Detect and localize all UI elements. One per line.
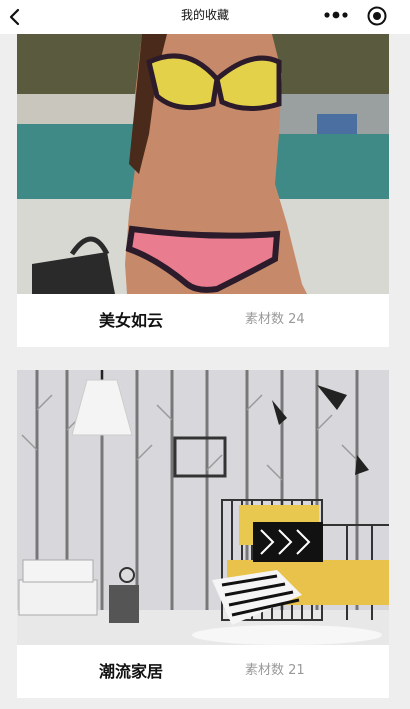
material-count-label: 素材数 <box>245 663 285 678</box>
card-footer: 美女如云 素材数 24 <box>17 294 389 347</box>
collection-cover-image <box>17 370 389 645</box>
collection-card[interactable]: 潮流家居 素材数 21 <box>17 370 389 698</box>
material-count: 素材数 21 <box>245 659 305 678</box>
card-footer: 潮流家居 素材数 21 <box>17 645 389 698</box>
close-miniprogram-button[interactable] <box>365 4 389 28</box>
collection-cover-image <box>17 34 389 294</box>
more-button[interactable] <box>322 6 350 24</box>
collection-title: 潮流家居 <box>99 662 164 681</box>
material-count-label: 素材数 <box>245 312 285 327</box>
more-dots-icon <box>324 11 348 19</box>
material-count-value: 21 <box>288 663 305 678</box>
material-count: 素材数 24 <box>245 308 305 327</box>
material-count-value: 24 <box>288 312 305 327</box>
collection-title: 美女如云 <box>99 311 164 330</box>
top-navbar: 我的收藏 <box>0 0 410 34</box>
collection-card[interactable]: 美女如云 素材数 24 <box>17 34 389 347</box>
target-icon <box>367 6 387 26</box>
